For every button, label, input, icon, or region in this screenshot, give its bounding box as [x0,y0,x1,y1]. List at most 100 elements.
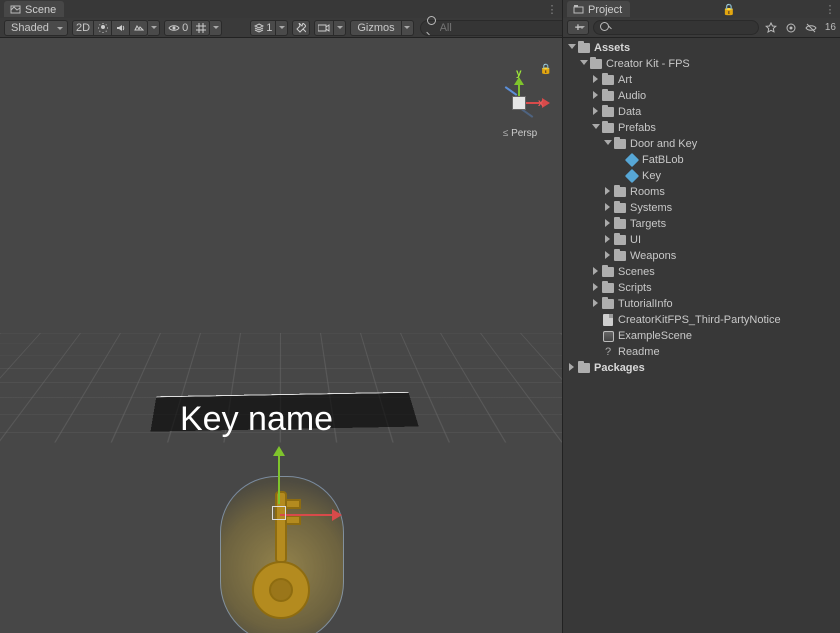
expand-arrow-icon[interactable] [567,43,577,53]
folder-icon [614,139,626,149]
folder-icon [602,299,614,309]
search-icon [427,16,436,40]
project-search-input[interactable] [617,22,752,33]
folder-icon [614,187,626,197]
object-label-text: Key name [180,400,333,439]
gizmos-button[interactable]: Gizmos [350,20,401,36]
folder-icon [590,59,602,69]
collapse-arrow-icon[interactable] [567,363,577,373]
project-search[interactable] [593,20,759,35]
scene-tab-options-icon[interactable]: ⋮ [546,3,558,16]
fx-dropdown[interactable] [148,20,160,36]
collapse-arrow-icon[interactable] [603,235,613,245]
favorite-filter-icon[interactable] [763,21,779,35]
camera-layers-icon[interactable]: 1 [250,20,276,36]
tree-item-example-scene[interactable]: ExampleScene [563,328,840,344]
grid-dropdown[interactable] [210,20,222,36]
scene-camera-dropdown[interactable] [334,20,346,36]
folder-icon [614,219,626,229]
tree-item-ui[interactable]: UI [563,232,840,248]
tree-item-weapons[interactable]: Weapons [563,248,840,264]
camera-layers-dropdown[interactable] [276,20,288,36]
tree-item-audio[interactable]: Audio [563,88,840,104]
folder-icon [614,235,626,245]
lock-icon[interactable]: 🔒 [540,64,552,75]
folder-icon [602,107,614,117]
prefab-icon [625,153,639,167]
shading-mode-value: Shaded [11,22,49,34]
tree-item-scenes[interactable]: Scenes [563,264,840,280]
scene-camera-icon[interactable] [314,20,334,36]
tree-item-packages[interactable]: Packages [563,360,840,376]
axis-y-label: y [516,68,522,79]
project-tab-options-icon[interactable]: ⋮ [824,3,836,16]
folder-icon [602,75,614,85]
tree-item-art[interactable]: Art [563,72,840,88]
tree-item-readme[interactable]: ? Readme [563,344,840,360]
collapse-arrow-icon[interactable] [591,299,601,309]
scene-file-icon [603,331,614,342]
tree-item-door-and-key[interactable]: Door and Key [563,136,840,152]
shading-mode-select[interactable]: Shaded [4,20,68,36]
tab-scene[interactable]: Scene [4,1,64,17]
tree-item-creator-kit[interactable]: Creator Kit - FPS [563,56,840,72]
scene-panel: Scene ⋮ Shaded 2D [0,0,562,633]
tree-item-data[interactable]: Data [563,104,840,120]
scene-search-input[interactable] [440,22,582,34]
collapse-arrow-icon[interactable] [591,107,601,117]
tree-item-scripts[interactable]: Scripts [563,280,840,296]
tree-item-key[interactable]: Key [563,168,840,184]
tab-project[interactable]: Project [567,1,630,17]
fx-toggle-icon[interactable] [130,20,148,36]
tree-item-targets[interactable]: Targets [563,216,840,232]
tree-item-rooms[interactable]: Rooms [563,184,840,200]
tree-item-prefabs[interactable]: Prefabs [563,120,840,136]
folder-icon [614,251,626,261]
scene-viewport[interactable]: 🔒 y x Persp Key name [0,38,562,633]
collapse-arrow-icon[interactable] [603,219,613,229]
lighting-toggle-icon[interactable] [94,20,112,36]
expand-arrow-icon[interactable] [579,59,589,69]
tree-item-thirdparty-notice[interactable]: CreatorKitFPS_Third-PartyNotice [563,312,840,328]
audio-toggle-icon[interactable] [112,20,130,36]
tree-item-tutorialinfo[interactable]: TutorialInfo [563,296,840,312]
collapse-arrow-icon[interactable] [603,251,613,261]
collapse-arrow-icon[interactable] [591,91,601,101]
project-tree[interactable]: Assets Creator Kit - FPS Art Audio Data [563,38,840,633]
key-prefab-instance[interactable] [220,476,344,633]
projection-label[interactable]: Persp [482,128,558,139]
axis-x-label: x [538,98,544,109]
tree-item-fatblob[interactable]: FatBLob [563,152,840,168]
collapse-arrow-icon[interactable] [603,203,613,213]
scene-tabbar: Scene ⋮ [0,0,562,18]
gizmos-dropdown[interactable] [402,20,414,36]
hidden-visibility-icon[interactable] [803,21,819,35]
unknown-file-icon: ? [602,346,614,358]
collapse-arrow-icon[interactable] [591,283,601,293]
project-tab-icon [573,4,584,15]
type-filter-icon[interactable] [783,21,799,35]
project-tab-label: Project [588,4,622,16]
tree-item-systems[interactable]: Systems [563,200,840,216]
scene-visibility-icon[interactable]: 0 [164,20,192,36]
folder-icon [602,91,614,101]
search-icon [600,22,613,34]
create-button[interactable]: + [567,20,589,35]
orientation-gizmo[interactable]: 🔒 y x Persp [490,66,550,136]
key-icon [250,488,312,628]
hidden-count: 16 [825,22,836,33]
toggle-2d[interactable]: 2D [72,20,94,36]
project-lock-icon[interactable]: 🔒 [722,3,734,16]
text-file-icon [603,314,613,326]
tools-icon[interactable] [292,20,310,36]
collapse-arrow-icon[interactable] [591,75,601,85]
project-tabbar: Project 🔒 ⋮ [563,0,840,18]
collapse-arrow-icon[interactable] [591,267,601,277]
grid-toggle-icon[interactable] [192,20,210,36]
prefab-icon [625,169,639,183]
expand-arrow-icon[interactable] [591,123,601,133]
expand-arrow-icon[interactable] [603,139,613,149]
scene-toolbar: Shaded 2D 0 [0,18,562,38]
tree-item-assets[interactable]: Assets [563,40,840,56]
collapse-arrow-icon[interactable] [603,187,613,197]
